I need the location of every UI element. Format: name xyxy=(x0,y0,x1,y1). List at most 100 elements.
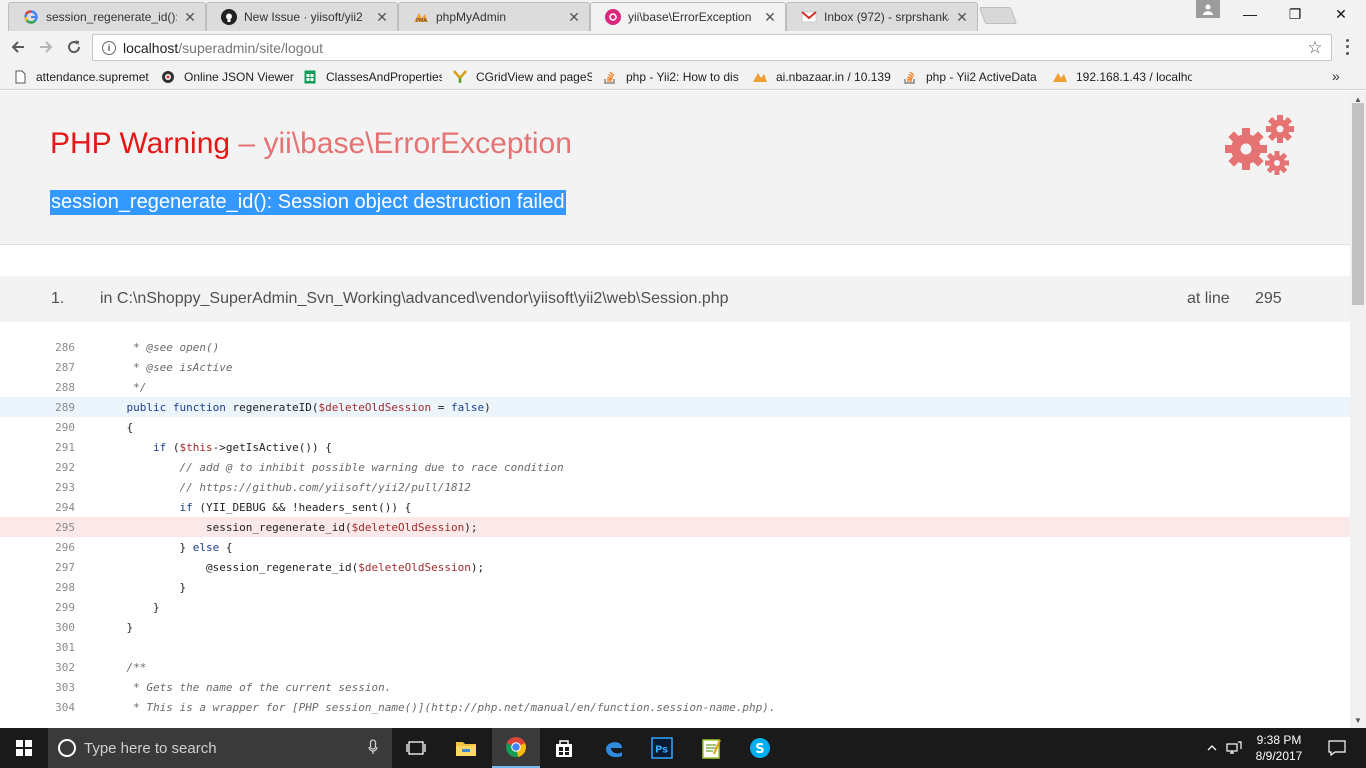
tab-title: New Issue · yiisoft/yii2 xyxy=(244,10,363,24)
bookmarks-bar: attendance.supremet Online JSON Viewer C… xyxy=(0,64,1366,90)
bookmark-item[interactable]: php - Yii2 ActiveData xyxy=(902,67,1042,87)
maximize-button[interactable]: ❐ xyxy=(1272,0,1318,28)
bookmark-label: Online JSON Viewer xyxy=(184,70,294,84)
show-hidden-icons[interactable] xyxy=(1204,728,1220,768)
code-token: (YII_DEBUG && !headers_sent()) { xyxy=(199,501,412,514)
code-line: 295 session_regenerate_id($deleteOldSess… xyxy=(0,517,1350,537)
call-stack-item[interactable]: 1. in C:\nShoppy_SuperAdmin_Svn_Working\… xyxy=(0,276,1350,322)
code-token: public function xyxy=(100,401,233,414)
tab-google-search[interactable]: session_regenerate_id(): S ✕ xyxy=(8,2,206,31)
address-bar[interactable]: i localhost/superadmin/site/logout ☆ xyxy=(92,34,1332,61)
tab-github-issue[interactable]: New Issue · yiisoft/yii2 ✕ xyxy=(206,2,398,31)
code-line: 301 xyxy=(0,637,1350,657)
bookmark-item[interactable]: ClassesAndProperties xyxy=(302,67,442,87)
tab-close-icon[interactable]: ✕ xyxy=(183,9,197,26)
chrome-icon[interactable] xyxy=(492,728,540,768)
bookmark-item[interactable]: php - Yii2: How to dis xyxy=(602,67,742,87)
tab-yii-error[interactable]: yii\base\ErrorException ✕ xyxy=(590,2,786,31)
start-button[interactable] xyxy=(0,728,48,768)
code-token: { xyxy=(100,421,134,434)
forward-button[interactable] xyxy=(34,35,58,59)
line-number: 290 xyxy=(55,421,75,434)
bookmarks-more-button[interactable]: » xyxy=(1332,68,1340,84)
code-token: } xyxy=(100,601,160,614)
yii-bookmark-icon xyxy=(452,69,468,85)
edge-icon[interactable] xyxy=(590,728,638,768)
network-icon[interactable] xyxy=(1224,728,1244,768)
gmail-icon xyxy=(801,9,817,25)
line-number: 288 xyxy=(55,381,75,394)
code-text: } xyxy=(100,601,160,614)
page-icon xyxy=(12,69,28,85)
line-number: 301 xyxy=(55,641,75,654)
code-token: // add @ to inhibit possible warning due… xyxy=(100,461,564,474)
tab-close-icon[interactable]: ✕ xyxy=(567,9,581,26)
notepad-plus-icon[interactable] xyxy=(687,728,735,768)
cortana-icon xyxy=(58,739,76,757)
code-line: 300 } xyxy=(0,617,1350,637)
scroll-down-icon[interactable]: ▼ xyxy=(1350,712,1366,728)
tab-phpmyadmin[interactable]: PMA phpMyAdmin ✕ xyxy=(398,2,590,31)
line-number: 304 xyxy=(55,701,75,714)
close-window-button[interactable]: ✕ xyxy=(1318,0,1364,28)
bookmark-item[interactable]: attendance.supremet xyxy=(12,67,152,87)
taskbar-search-box[interactable]: Type here to search xyxy=(48,728,392,768)
line-number: 287 xyxy=(55,361,75,374)
bookmark-item[interactable]: Online JSON Viewer xyxy=(160,67,296,87)
photoshop-icon[interactable]: Ps xyxy=(638,728,686,768)
task-view-icon[interactable] xyxy=(392,728,440,768)
clock-date: 8/9/2017 xyxy=(1255,749,1303,763)
code-text: * @see open() xyxy=(100,341,219,354)
code-token: * @see open() xyxy=(100,341,220,354)
stackoverflow-icon xyxy=(902,69,918,85)
bookmark-item[interactable]: 192.168.1.43 / localho xyxy=(1052,67,1192,87)
code-line: 296 } else { xyxy=(0,537,1350,557)
system-clock[interactable]: 9:38 PM 8/9/2017 xyxy=(1244,732,1314,764)
github-icon xyxy=(221,9,237,25)
code-token: // https://github.com/yiisoft/yii2/pull/… xyxy=(100,481,471,494)
bookmark-item[interactable]: ai.nbazaar.in / 10.139 xyxy=(752,67,892,87)
tab-close-icon[interactable]: ✕ xyxy=(375,9,389,26)
info-icon[interactable]: i xyxy=(102,40,116,55)
code-text: } xyxy=(100,581,186,594)
store-icon[interactable] xyxy=(540,728,588,768)
scrollbar-thumb[interactable] xyxy=(1352,103,1364,305)
tab-gmail-inbox[interactable]: Inbox (972) - srprshankar ✕ xyxy=(786,2,978,31)
code-line: 292 // add @ to inhibit possible warning… xyxy=(0,457,1350,477)
reload-button[interactable] xyxy=(62,35,86,59)
code-token: = xyxy=(431,401,452,414)
file-explorer-icon[interactable] xyxy=(442,728,490,768)
code-line: 290 { xyxy=(0,417,1350,437)
tab-close-icon[interactable]: ✕ xyxy=(955,9,969,26)
tab-close-icon[interactable]: ✕ xyxy=(763,9,777,26)
bookmark-item[interactable]: CGridView and pageS xyxy=(452,67,592,87)
profile-icon[interactable] xyxy=(1196,0,1220,18)
code-token: ->getIsActive()) { xyxy=(212,441,332,454)
code-text: * @see isActive xyxy=(100,361,232,374)
skype-icon[interactable]: S xyxy=(736,728,784,768)
sheets-icon xyxy=(302,69,318,85)
code-token: * This is a wrapper for [PHP session_nam… xyxy=(100,701,776,714)
gears-icon xyxy=(1225,115,1294,175)
minimize-button[interactable]: — xyxy=(1227,0,1273,28)
error-type: PHP Warning xyxy=(50,127,231,160)
code-text: } xyxy=(100,621,133,634)
browser-menu-icon[interactable] xyxy=(1340,37,1354,57)
code-text: * Gets the name of the current session. xyxy=(100,681,391,694)
microphone-icon[interactable] xyxy=(368,738,378,758)
code-token: session_regenerate_id( xyxy=(100,521,352,534)
code-line: 288 */ xyxy=(0,377,1350,397)
error-separator: – xyxy=(238,127,256,160)
code-token: $this xyxy=(179,441,213,454)
action-center-icon[interactable] xyxy=(1322,728,1352,768)
bookmark-star-icon[interactable]: ☆ xyxy=(1303,38,1327,58)
phpmyadmin-icon: PMA xyxy=(413,9,429,25)
bookmark-label: php - Yii2 ActiveData xyxy=(926,70,1037,84)
code-token: ) xyxy=(484,401,491,414)
vertical-scrollbar[interactable]: ▲ ▼ xyxy=(1350,91,1366,728)
new-tab-button[interactable] xyxy=(978,7,1018,24)
bookmark-label: ai.nbazaar.in / 10.139 xyxy=(776,70,891,84)
code-text: if (YII_DEBUG && !headers_sent()) { xyxy=(100,501,411,514)
back-button[interactable] xyxy=(6,35,30,59)
svg-text:PMA: PMA xyxy=(416,18,427,23)
